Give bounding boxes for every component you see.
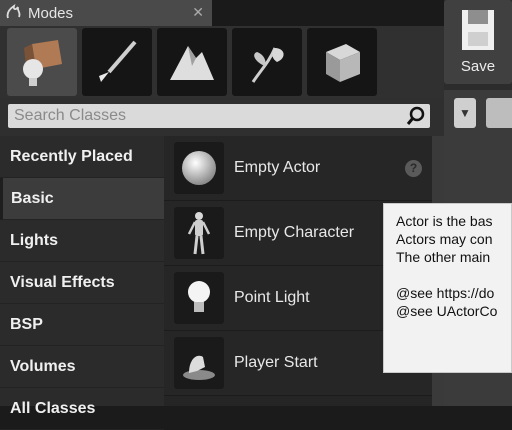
tooltip-line: @see https://do <box>396 285 495 301</box>
paint-mode-button[interactable] <box>82 28 152 96</box>
category-basic[interactable]: Basic <box>0 178 164 220</box>
search-placeholder: Search Classes <box>14 107 127 124</box>
category-all-classes[interactable]: All Classes <box>0 388 164 430</box>
search-area: Search Classes <box>0 98 444 136</box>
modes-panel: Modes ✕ Search Classes Recently Placed B… <box>0 0 444 430</box>
paintbrush-icon <box>99 40 137 82</box>
tab-title: Modes <box>28 4 74 22</box>
list-item-empty-actor[interactable]: Empty Actor ? <box>164 136 432 201</box>
modes-tab[interactable]: Modes ✕ <box>0 0 212 26</box>
search-input[interactable]: Search Classes <box>8 104 430 128</box>
tooltip-spacer <box>396 266 511 284</box>
floppy-disk-icon <box>462 10 494 50</box>
mannequin-icon <box>174 207 224 259</box>
category-volumes[interactable]: Volumes <box>0 346 164 388</box>
category-visual-effects[interactable]: Visual Effects <box>0 262 164 304</box>
item-label: Empty Character <box>234 224 355 241</box>
save-button[interactable]: Save <box>444 0 512 84</box>
search-icon[interactable] <box>406 106 426 126</box>
class-tooltip: Actor is the bas Actors may con The othe… <box>383 203 512 373</box>
sphere-icon <box>174 142 224 194</box>
lightbulb-icon <box>174 272 224 324</box>
item-label: Player Start <box>234 354 318 371</box>
wire-cube-icon <box>326 44 360 82</box>
geometry-mode-button[interactable] <box>307 28 377 96</box>
category-list: Recently Placed Basic Lights Visual Effe… <box>0 136 164 430</box>
view-mode-dropdown[interactable] <box>486 98 512 128</box>
landscape-mode-button[interactable] <box>157 28 227 96</box>
leaf-icon <box>251 47 284 83</box>
save-label: Save <box>460 58 496 75</box>
tooltip-line: Actor is the bas <box>396 213 493 229</box>
mode-toolbar <box>0 26 444 98</box>
tooltip-line: The other main <box>396 249 491 265</box>
item-label: Empty Actor <box>234 159 321 176</box>
category-recently-placed[interactable]: Recently Placed <box>0 136 164 178</box>
category-lights[interactable]: Lights <box>0 220 164 262</box>
close-icon[interactable]: ✕ <box>192 4 204 21</box>
cube-sphere-icon <box>23 40 62 86</box>
tab-bar: Modes ✕ <box>0 0 444 26</box>
item-label: Point Light <box>234 289 310 306</box>
ue-logo-icon <box>0 3 28 23</box>
foliage-mode-button[interactable] <box>232 28 302 96</box>
tooltip-line: Actors may con <box>396 231 493 247</box>
category-bsp[interactable]: BSP <box>0 304 164 346</box>
mountain-icon <box>170 46 214 80</box>
tooltip-line: @see UActorCo <box>396 303 498 319</box>
help-icon[interactable]: ? <box>405 159 422 177</box>
place-mode-button[interactable] <box>7 28 77 96</box>
player-start-icon <box>174 337 224 389</box>
view-options-dropdown[interactable]: ▼ <box>454 98 476 128</box>
